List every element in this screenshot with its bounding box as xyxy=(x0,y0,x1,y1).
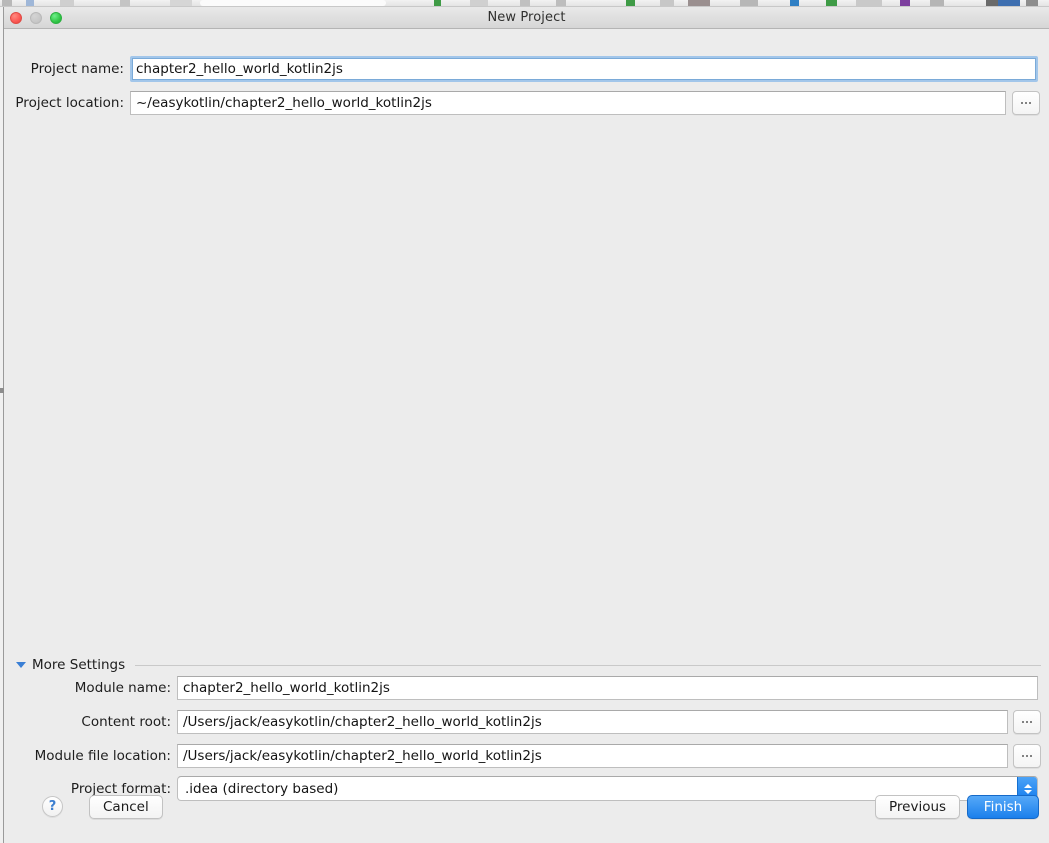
close-window-icon[interactable] xyxy=(10,12,22,24)
project-name-value: chapter2_hello_world_kotlin2js xyxy=(136,61,343,77)
ellipsis-dot-icon xyxy=(1029,102,1031,104)
cancel-button[interactable]: Cancel xyxy=(89,795,163,819)
module-file-location-browse-button[interactable] xyxy=(1013,744,1041,768)
dialog-body: Project name: chapter2_hello_world_kotli… xyxy=(4,29,1049,843)
ellipsis-dot-icon xyxy=(1022,755,1024,757)
project-location-value: ~/easykotlin/chapter2_hello_world_kotlin… xyxy=(136,95,432,111)
background-window-toolbar xyxy=(0,0,1049,7)
help-button[interactable]: ? xyxy=(42,796,63,817)
dialog-footer: ? Cancel Previous Finish xyxy=(4,791,1049,843)
module-name-value: chapter2_hello_world_kotlin2js xyxy=(183,680,390,696)
ellipsis-dot-icon xyxy=(1030,755,1032,757)
minimize-window-icon[interactable] xyxy=(30,12,42,24)
content-root-browse-button[interactable] xyxy=(1013,710,1041,734)
new-project-dialog: New Project Project name: chapter2_hello… xyxy=(4,7,1049,843)
content-root-label: Content root: xyxy=(81,714,171,730)
module-file-location-label: Module file location: xyxy=(34,748,171,764)
zoom-window-icon[interactable] xyxy=(50,12,62,24)
window-controls[interactable] xyxy=(10,12,62,24)
module-file-location-row: Module file location: /Users/jack/easyko… xyxy=(4,744,1041,768)
project-location-label: Project location: xyxy=(15,95,124,111)
ellipsis-dot-icon xyxy=(1026,755,1028,757)
project-name-row: Project name: chapter2_hello_world_kotli… xyxy=(4,56,1041,82)
module-file-location-input[interactable]: /Users/jack/easykotlin/chapter2_hello_wo… xyxy=(177,744,1008,768)
previous-button[interactable]: Previous xyxy=(875,795,961,819)
content-root-value: /Users/jack/easykotlin/chapter2_hello_wo… xyxy=(183,714,542,730)
dialog-titlebar: New Project xyxy=(4,7,1049,29)
module-name-input[interactable]: chapter2_hello_world_kotlin2js xyxy=(177,676,1038,700)
finish-button[interactable]: Finish xyxy=(967,795,1039,819)
content-root-input[interactable]: /Users/jack/easykotlin/chapter2_hello_wo… xyxy=(177,710,1008,734)
ellipsis-dot-icon xyxy=(1030,721,1032,723)
content-root-row: Content root: /Users/jack/easykotlin/cha… xyxy=(4,710,1041,734)
more-settings-label: More Settings xyxy=(32,657,126,673)
section-divider xyxy=(135,664,1041,666)
project-location-row: Project location: ~/easykotlin/chapter2_… xyxy=(4,91,1041,115)
ellipsis-dot-icon xyxy=(1021,102,1023,104)
project-location-input[interactable]: ~/easykotlin/chapter2_hello_world_kotlin… xyxy=(130,91,1006,115)
ellipsis-dot-icon xyxy=(1026,721,1028,723)
module-name-label: Module name: xyxy=(74,680,171,696)
project-name-input[interactable]: chapter2_hello_world_kotlin2js xyxy=(130,56,1038,82)
dialog-title: New Project xyxy=(487,10,566,25)
chevron-up-icon xyxy=(1023,783,1032,788)
ellipsis-dot-icon xyxy=(1022,721,1024,723)
ellipsis-dot-icon xyxy=(1025,102,1027,104)
project-name-label: Project name: xyxy=(30,61,124,77)
project-location-browse-button[interactable] xyxy=(1012,91,1040,115)
module-name-row: Module name: chapter2_hello_world_kotlin… xyxy=(4,676,1041,700)
module-file-location-value: /Users/jack/easykotlin/chapter2_hello_wo… xyxy=(183,748,542,764)
more-settings-section-header[interactable]: More Settings xyxy=(16,657,1041,673)
chevron-down-icon[interactable] xyxy=(16,662,26,668)
